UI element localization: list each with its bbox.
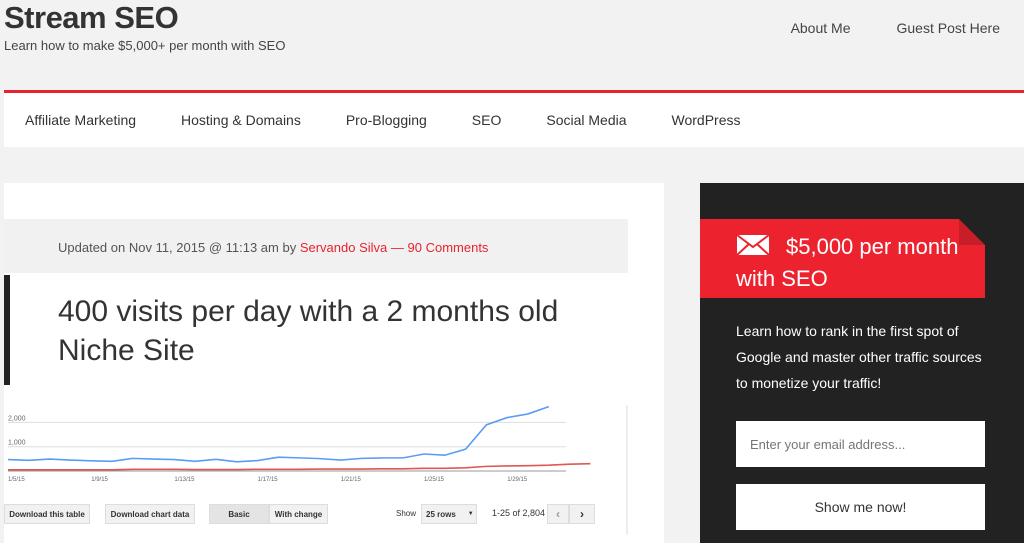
- promo-text: Learn how to rank in the first spot of G…: [736, 323, 982, 391]
- download-chart-button: Download chart data: [105, 504, 195, 524]
- nav-hosting-domains[interactable]: Hosting & Domains: [181, 112, 301, 128]
- post-title[interactable]: 400 visits per day with a 2 months old N…: [58, 292, 598, 370]
- post-meta: Updated on Nov 11, 2015 @ 11:13 am by Se…: [4, 219, 628, 273]
- top-nav: About Me Guest Post Here: [791, 20, 1000, 36]
- show-label: Show: [396, 509, 417, 518]
- site-title[interactable]: Stream SEO: [4, 0, 179, 36]
- title-accent-bar: [4, 275, 10, 385]
- author-link[interactable]: Servando Silva: [300, 240, 387, 255]
- basic-button: Basic: [209, 504, 269, 524]
- series-line: [7, 405, 550, 463]
- post-date: Updated on Nov 11, 2015 @ 11:13 am by: [58, 240, 300, 255]
- y-tick-label: 1,000: [8, 440, 26, 447]
- top-link-about[interactable]: About Me: [791, 20, 851, 36]
- x-tick-label: 1/17/15: [258, 477, 279, 483]
- meta-separator: —: [387, 240, 408, 255]
- nav-wordpress[interactable]: WordPress: [672, 112, 741, 128]
- x-tick-label: 1/29/15: [507, 477, 528, 483]
- x-tick-label: 1/5/15: [8, 477, 25, 483]
- category-nav: Affiliate Marketing Hosting & Domains Pr…: [4, 93, 1024, 147]
- nav-social-media[interactable]: Social Media: [546, 112, 626, 128]
- site-tagline: Learn how to make $5,000+ per month with…: [4, 38, 286, 53]
- rows-value: 25 rows: [426, 509, 456, 519]
- prev-icon: ‹: [547, 504, 569, 524]
- email-input[interactable]: [736, 421, 985, 467]
- download-table-button: Download this table: [4, 504, 90, 524]
- pagination-text: 1-25 of 2,804: [492, 508, 546, 518]
- rows-select: 25 rows ▼: [421, 504, 477, 524]
- x-tick-label: 1/25/15: [424, 477, 445, 483]
- nav-seo[interactable]: SEO: [472, 112, 502, 128]
- envelope-icon: [736, 234, 770, 256]
- comments-link[interactable]: 90 Comments: [408, 240, 489, 255]
- x-tick-label: 1/9/15: [91, 477, 108, 483]
- promo-banner: $5,000 per month with SEO: [700, 219, 985, 298]
- submit-button[interactable]: Show me now!: [736, 484, 985, 530]
- nav-pro-blogging[interactable]: Pro-Blogging: [346, 112, 427, 128]
- series-line: [8, 462, 591, 471]
- x-tick-label: 1/21/15: [341, 477, 362, 483]
- with-change-button: With change: [269, 504, 328, 524]
- folded-corner: [959, 219, 985, 245]
- top-link-guest-post[interactable]: Guest Post Here: [897, 20, 1001, 36]
- x-tick-label: 1/13/15: [174, 477, 195, 483]
- y-tick-label: 2,000: [8, 415, 26, 422]
- dropdown-icon: ▼: [467, 511, 474, 517]
- nav-affiliate-marketing[interactable]: Affiliate Marketing: [25, 112, 136, 128]
- next-icon: ›: [569, 504, 595, 524]
